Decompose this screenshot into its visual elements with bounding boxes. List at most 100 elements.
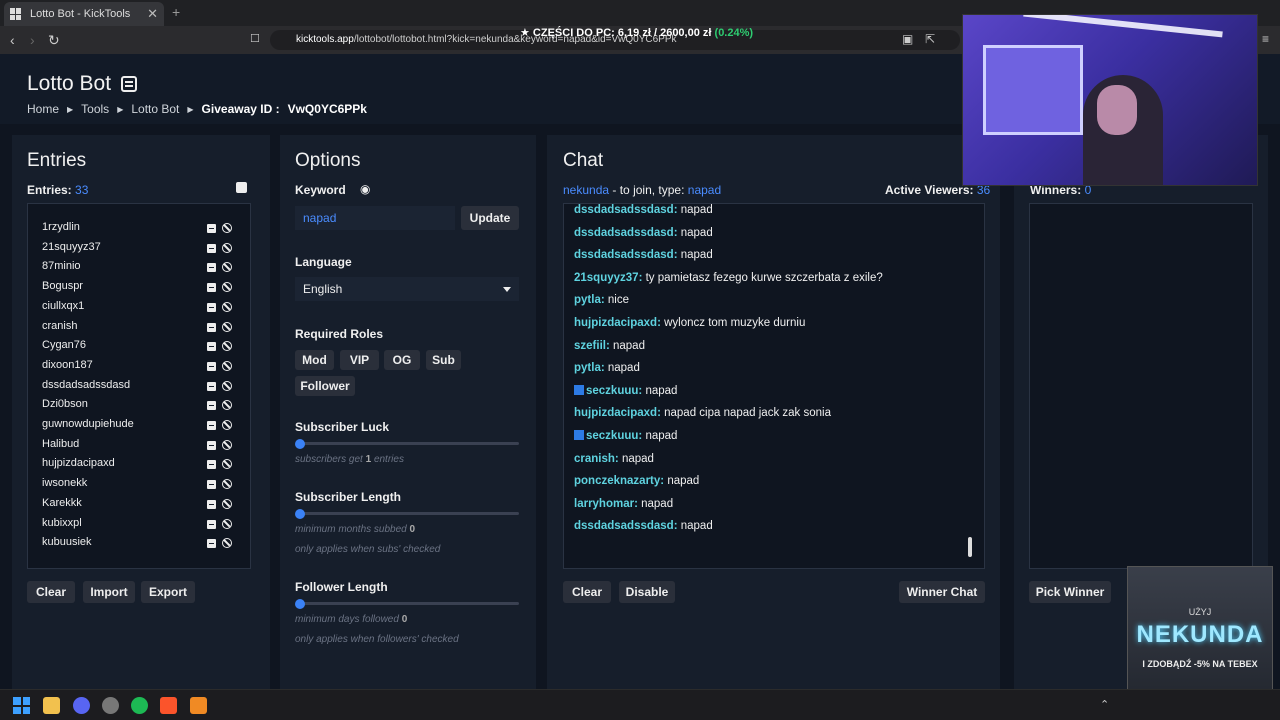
breadcrumb-lotto-bot[interactable]: Lotto Bot: [131, 102, 179, 116]
remove-entry-icon[interactable]: [207, 440, 216, 450]
share-icon[interactable]: ⇱: [925, 32, 935, 46]
chat-username[interactable]: dssdadsadssdasd:: [574, 249, 678, 261]
brave-browser-icon[interactable]: [160, 697, 177, 714]
breadcrumb-home[interactable]: Home: [27, 102, 59, 116]
chat-username[interactable]: larryhomar:: [574, 498, 638, 510]
pick-winner-button[interactable]: Pick Winner: [1029, 581, 1111, 603]
subscriber-length-slider[interactable]: [295, 508, 519, 519]
remove-entry-icon[interactable]: [207, 283, 216, 293]
subscriber-luck-label: Subscriber Luck: [295, 420, 390, 434]
update-button[interactable]: Update: [461, 206, 519, 230]
remove-entry-icon[interactable]: [207, 460, 216, 470]
slider-handle[interactable]: [295, 508, 305, 519]
discord-icon[interactable]: [73, 697, 90, 714]
windows-start-icon[interactable]: [13, 697, 30, 714]
chat-scrollbar[interactable]: [968, 537, 972, 557]
forward-icon[interactable]: ›: [30, 32, 35, 48]
ban-icon[interactable]: [222, 400, 232, 411]
chat-username[interactable]: seczkuuu:: [586, 385, 642, 397]
chat-text: napad: [680, 226, 713, 239]
chat-username[interactable]: pytla:: [574, 294, 605, 306]
chat-message: seczkuuu: napad: [574, 427, 677, 445]
steam-icon[interactable]: [102, 697, 119, 714]
chat-username[interactable]: 21squyyz37:: [574, 272, 642, 284]
language-select[interactable]: English: [295, 277, 519, 301]
entries-clear-button[interactable]: Clear: [27, 581, 75, 603]
menu-icon[interactable]: ≡: [1262, 32, 1269, 46]
ban-icon[interactable]: [222, 459, 232, 470]
remove-entry-icon[interactable]: [207, 224, 216, 233]
remove-entry-icon[interactable]: [207, 480, 216, 490]
ban-icon[interactable]: [222, 439, 232, 450]
ban-icon[interactable]: [222, 380, 232, 391]
entries-card: Entries Entries: 33 1rzydlin 21squyyz37 87…: [12, 135, 270, 695]
ban-icon[interactable]: [222, 360, 232, 371]
winner-chat-button[interactable]: Winner Chat: [899, 581, 985, 603]
app-icon[interactable]: [190, 697, 207, 714]
tray-chevron-icon[interactable]: ⌃: [1100, 698, 1109, 711]
chat-disable-button[interactable]: Disable: [619, 581, 675, 603]
chat-clear-button[interactable]: Clear: [563, 581, 611, 603]
close-tab-icon[interactable]: ✕: [147, 6, 158, 22]
remove-entry-icon[interactable]: [207, 302, 216, 312]
remove-entry-icon[interactable]: [207, 381, 216, 391]
role-og-toggle[interactable]: OG: [384, 350, 420, 370]
role-follower-toggle[interactable]: Follower: [295, 376, 355, 396]
spotify-icon[interactable]: [131, 697, 148, 714]
ban-icon[interactable]: [222, 282, 232, 293]
chat-username[interactable]: hujpizdacipaxd:: [574, 317, 661, 329]
role-vip-toggle[interactable]: VIP: [340, 350, 379, 370]
slider-handle[interactable]: [295, 438, 305, 449]
bookmark-icon[interactable]: ☐: [250, 32, 260, 45]
ban-icon[interactable]: [222, 301, 232, 312]
remove-entry-icon[interactable]: [207, 342, 216, 352]
ban-icon[interactable]: [222, 262, 232, 273]
role-sub-toggle[interactable]: Sub: [426, 350, 461, 370]
role-mod-toggle[interactable]: Mod: [295, 350, 334, 370]
chat-username[interactable]: dssdadsadssdasd:: [574, 204, 678, 216]
chat-username[interactable]: pytla:: [574, 362, 605, 374]
back-icon[interactable]: ‹: [10, 32, 15, 48]
chat-username[interactable]: cranish:: [574, 453, 619, 465]
entry-name: 1rzydlin: [42, 221, 80, 233]
ban-icon[interactable]: [222, 242, 232, 253]
copy-icon[interactable]: [236, 182, 247, 193]
keyword-input[interactable]: napad: [295, 206, 455, 230]
entries-import-button[interactable]: Import: [83, 581, 135, 603]
remove-entry-icon[interactable]: [207, 519, 216, 529]
remove-entry-icon[interactable]: [207, 263, 216, 273]
eye-icon[interactable]: ◉: [360, 182, 370, 196]
remove-entry-icon[interactable]: [207, 421, 216, 430]
reload-icon[interactable]: ↻: [48, 32, 60, 49]
entries-export-button[interactable]: Export: [141, 581, 195, 603]
ban-icon[interactable]: [222, 518, 232, 529]
remove-entry-icon[interactable]: [207, 401, 216, 411]
list-item: ciullxqx1: [42, 300, 238, 318]
chat-username[interactable]: ponczeknazarty:: [574, 475, 664, 487]
remove-entry-icon[interactable]: [207, 361, 216, 371]
file-explorer-icon[interactable]: [43, 697, 60, 714]
ban-icon[interactable]: [222, 479, 232, 490]
ban-icon[interactable]: [222, 420, 232, 430]
ban-icon[interactable]: [222, 498, 232, 509]
remove-entry-icon[interactable]: [207, 499, 216, 509]
chat-username[interactable]: hujpizdacipaxd:: [574, 407, 661, 419]
new-tab-icon[interactable]: +: [172, 4, 180, 20]
breadcrumb-tools[interactable]: Tools: [81, 102, 109, 116]
ban-icon[interactable]: [222, 538, 232, 549]
remove-entry-icon[interactable]: [207, 539, 216, 549]
ban-icon[interactable]: [222, 341, 232, 352]
chat-username[interactable]: dssdadsadssdasd:: [574, 227, 678, 239]
ban-icon[interactable]: [222, 223, 232, 233]
chat-username[interactable]: dssdadsadssdasd:: [574, 520, 678, 532]
tab-lotto-bot[interactable]: Lotto Bot - KickTools ✕: [4, 2, 164, 26]
chat-username[interactable]: szefiil:: [574, 340, 610, 352]
screenshot-icon[interactable]: ▣: [902, 32, 913, 46]
subscriber-luck-slider[interactable]: [295, 438, 519, 449]
chat-username[interactable]: seczkuuu:: [586, 430, 642, 442]
slider-handle[interactable]: [295, 598, 305, 609]
follower-length-slider[interactable]: [295, 598, 519, 609]
ban-icon[interactable]: [222, 321, 232, 332]
remove-entry-icon[interactable]: [207, 322, 216, 332]
remove-entry-icon[interactable]: [207, 243, 216, 253]
